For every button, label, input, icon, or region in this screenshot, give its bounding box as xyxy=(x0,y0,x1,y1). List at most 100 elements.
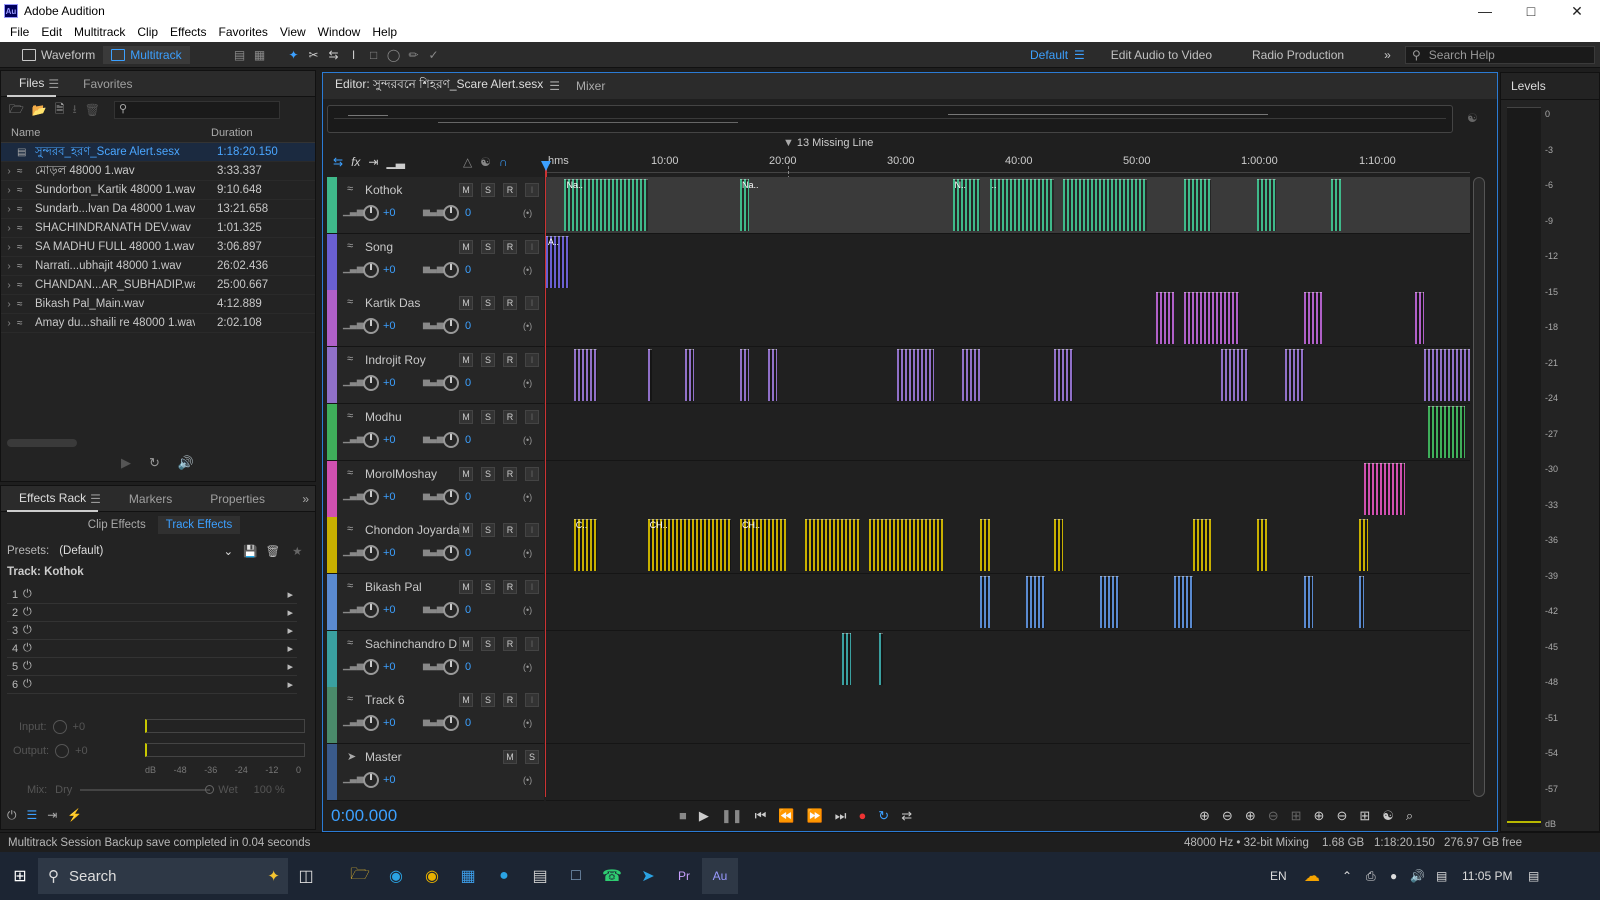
mute-button[interactable]: M xyxy=(459,183,473,197)
printer-icon[interactable]: ⎙ xyxy=(1366,869,1376,884)
track-lane[interactable]: A.. xyxy=(546,234,1470,291)
track-header[interactable]: ≈ Track 6 MSRI ▁▃▅ +0 ▅▃▅ 0 (•) xyxy=(327,687,544,744)
mute-button[interactable]: M xyxy=(459,353,473,367)
slot-menu-arrow-icon[interactable]: ▸ xyxy=(287,624,293,637)
volume-knob[interactable] xyxy=(363,489,379,505)
audio-clip[interactable] xyxy=(1414,292,1424,344)
power-icon[interactable]: ⏻ xyxy=(7,808,17,823)
pan-knob[interactable] xyxy=(443,545,459,561)
effect-slot[interactable]: 4 ⏻ ▸ xyxy=(7,640,297,658)
track-header[interactable]: ≈ Modhu MSRI ▁▃▅ +0 ▅▃▅ 0 (•) xyxy=(327,404,544,461)
panel-expand-icon[interactable]: » xyxy=(302,492,309,506)
presets-dropdown[interactable]: (Default) ⌄ xyxy=(55,542,237,560)
stop-icon[interactable]: ■ xyxy=(679,808,687,824)
workspace-radio-production[interactable]: Radio Production xyxy=(1232,48,1364,62)
track-header[interactable]: ≈ Song MSRI ▁▃▅ +0 ▅▃▅ 0 (•) xyxy=(327,234,544,291)
menu-item-multitrack[interactable]: Multitrack xyxy=(68,25,131,39)
expand-icon[interactable]: › xyxy=(1,204,17,215)
record-arm-button[interactable]: R xyxy=(503,467,517,481)
file-row[interactable]: › ≈ Narrati...ubhajit 48000 1.wav 26:02.436 xyxy=(1,257,315,276)
store-icon[interactable]: ▦ xyxy=(450,858,486,894)
effect-slot[interactable]: 3 ⏻ ▸ xyxy=(7,622,297,640)
menu-item-help[interactable]: Help xyxy=(366,25,403,39)
marquee-tool-icon[interactable]: □ xyxy=(364,46,384,64)
panel-menu-icon[interactable]: ☰ xyxy=(48,77,59,91)
record-arm-button[interactable]: R xyxy=(503,580,517,594)
network-icon[interactable]: ▤ xyxy=(1436,869,1447,883)
mute-button[interactable]: M xyxy=(459,523,473,537)
go-to-end-icon[interactable]: ⏭ xyxy=(835,808,847,824)
power-icon[interactable]: ⏻ xyxy=(23,588,41,601)
spectral-display-icon[interactable]: ▤ xyxy=(230,46,250,64)
razor-tool-icon[interactable]: ✂ xyxy=(304,46,324,64)
zoom-tracks-icon[interactable]: ⊞ xyxy=(1359,808,1370,824)
audio-clip[interactable] xyxy=(1100,576,1119,628)
monitor-input-button[interactable]: I xyxy=(525,523,539,537)
audio-clip[interactable] xyxy=(1155,292,1175,344)
track-name[interactable]: Bikash Pal xyxy=(365,580,422,594)
mute-button[interactable]: M xyxy=(459,240,473,254)
audio-clip[interactable] xyxy=(1220,349,1249,401)
volume-value[interactable]: +0 xyxy=(383,547,396,559)
power-icon[interactable]: ⏻ xyxy=(23,678,41,691)
volume-value[interactable]: +0 xyxy=(383,207,396,219)
audio-clip[interactable]: C.. xyxy=(573,519,597,571)
track-name[interactable]: Modhu xyxy=(365,410,402,424)
track-effects-tab[interactable]: Track Effects xyxy=(157,516,241,534)
audio-clip[interactable] xyxy=(1423,349,1470,401)
sends-icon[interactable]: ⇥ xyxy=(368,155,378,169)
zoom-out-time-icon[interactable]: ⊖ xyxy=(1268,808,1279,824)
monitor-input-button[interactable]: I xyxy=(525,637,539,651)
input-gain-knob[interactable] xyxy=(52,720,67,734)
audio-clip[interactable] xyxy=(1257,519,1267,571)
monitor-input-button[interactable]: I xyxy=(525,183,539,197)
menu-item-window[interactable]: Window xyxy=(312,25,367,39)
audio-clip[interactable] xyxy=(1183,179,1212,231)
monitor-input-button[interactable]: I xyxy=(525,296,539,310)
task-view-icon[interactable]: ◫ xyxy=(288,858,324,894)
skip-selection-icon[interactable]: ⇄ xyxy=(901,808,912,824)
pan-knob[interactable] xyxy=(443,375,459,391)
track-output-icon[interactable]: (•) xyxy=(523,492,532,502)
loop-playback-icon[interactable]: ↻ xyxy=(878,808,889,824)
file-row[interactable]: › ≈ SHACHINDRANATH DEV.wav 1:01.325 xyxy=(1,219,315,238)
track-lane[interactable] xyxy=(546,404,1470,461)
files-search-input[interactable]: ⚲ xyxy=(113,101,280,119)
volume-value[interactable]: +0 xyxy=(383,717,396,729)
track-name[interactable]: Chondon Joyarda xyxy=(365,523,460,537)
maximize-button[interactable]: □ xyxy=(1508,0,1554,22)
lasso-tool-icon[interactable]: ◯ xyxy=(384,46,404,64)
multitrack-view-button[interactable]: Multitrack xyxy=(103,45,190,64)
track-header[interactable]: ≈ Kartik Das MSRI ▁▃▅ +0 ▅▃▅ 0 (•) xyxy=(327,290,544,347)
zoom-selection-icon[interactable]: ⊞ xyxy=(1291,808,1302,824)
menu-item-favorites[interactable]: Favorites xyxy=(213,25,274,39)
mute-button[interactable]: M xyxy=(459,410,473,424)
slot-menu-arrow-icon[interactable]: ▸ xyxy=(287,678,293,691)
minimize-button[interactable]: — xyxy=(1462,0,1508,22)
track-header[interactable]: ≈ Kothok MSRI ▁▃▅ +0 ▅▃▅ 0 (•) xyxy=(327,177,544,234)
fast-forward-icon[interactable]: ⏩ xyxy=(807,808,823,824)
audio-clip[interactable] xyxy=(1428,406,1466,458)
solo-button[interactable]: S xyxy=(481,353,495,367)
volume-knob[interactable] xyxy=(363,772,379,788)
volume-knob[interactable] xyxy=(363,602,379,618)
metronome-icon[interactable]: △ xyxy=(463,155,472,169)
volume-value[interactable]: +0 xyxy=(383,434,396,446)
power-icon[interactable]: ⏻ xyxy=(23,642,41,655)
workspace-menu-icon[interactable]: ☰ xyxy=(1074,48,1085,62)
expand-icon[interactable]: › xyxy=(1,166,17,177)
record-icon[interactable]: ● xyxy=(858,808,866,824)
pan-value[interactable]: 0 xyxy=(465,604,471,616)
volume-knob[interactable] xyxy=(363,715,379,731)
go-to-start-icon[interactable]: ⏮ xyxy=(755,808,767,824)
audio-clip[interactable] xyxy=(1054,349,1073,401)
audio-clip[interactable] xyxy=(1303,292,1323,344)
pan-knob[interactable] xyxy=(443,262,459,278)
file-row[interactable]: › ≈ Sundorbon_Kartik 48000 1.wav 9:10.648 xyxy=(1,181,315,200)
volume-knob[interactable] xyxy=(363,375,379,391)
audio-clip[interactable] xyxy=(1174,576,1193,628)
save-preset-icon[interactable]: 💾 xyxy=(243,544,257,558)
monitor-input-button[interactable]: I xyxy=(525,580,539,594)
workspace-edit-audio-video[interactable]: Edit Audio to Video xyxy=(1091,48,1232,62)
zoom-full-icon[interactable]: ⌕ xyxy=(1406,808,1413,824)
